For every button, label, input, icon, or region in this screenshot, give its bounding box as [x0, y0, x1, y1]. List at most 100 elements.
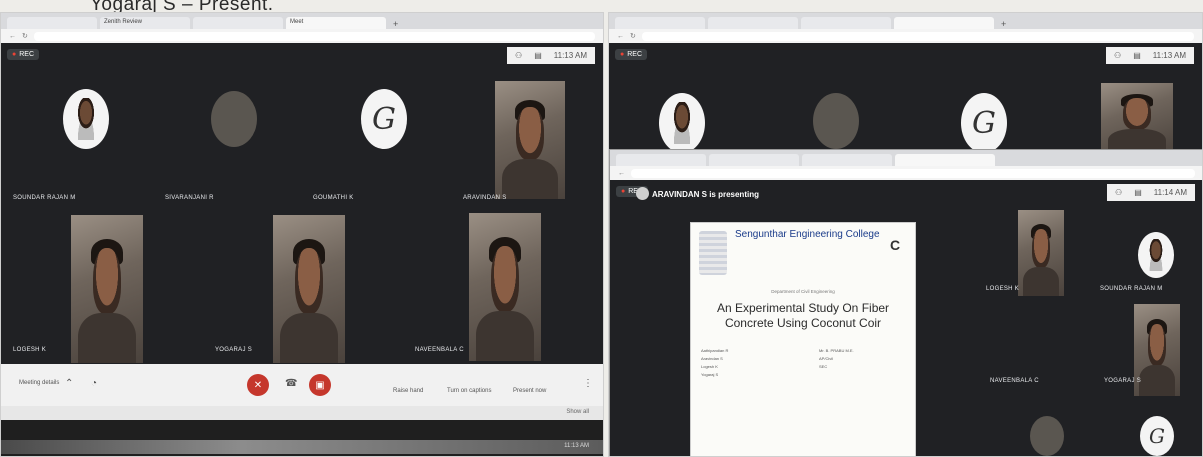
avatar: G [961, 93, 1007, 153]
member-name: Logesh K [701, 364, 718, 369]
avatar [659, 93, 705, 153]
participant-name: NAVEENBALA C [990, 378, 1039, 384]
shared-slide: Sengunthar Engineering College C Departm… [690, 222, 916, 456]
presentation-view: REC ARAVINDAN S is presenting ⚇ ▤ 11:14 … [610, 180, 1202, 456]
clock-time: 11:13 AM [553, 51, 587, 60]
new-tab-icon[interactable]: + [389, 19, 402, 29]
call-controls: Meeting details ⌃ ◔ ✕ ☎ ▣ Raise hand Tur… [1, 364, 603, 406]
browser-tab-active[interactable]: Meet [286, 17, 386, 29]
tab-bar: Zenith Review Meet + [1, 13, 603, 29]
taskbar: 11:13 AM [1, 440, 603, 454]
more-options-icon[interactable]: ⋮ [583, 378, 593, 389]
logo-icon: G [972, 105, 996, 141]
presenting-label: ARAVINDAN S is presenting [652, 190, 759, 199]
rec-badge: REC [615, 49, 648, 60]
address-bar: ← ↻ [609, 29, 1202, 43]
avatar [1138, 232, 1174, 278]
guide-dept: AP/Civil [819, 356, 834, 361]
address-bar: ← ↻ [1, 29, 603, 43]
guide-college: SEC [819, 364, 828, 369]
avatar [813, 93, 859, 149]
browser-tab[interactable] [709, 154, 799, 166]
presenter-avatar [636, 187, 649, 200]
avatar [63, 89, 109, 149]
participant-video [1018, 210, 1064, 296]
participant-name: GOUMATHI K [313, 195, 354, 201]
participant-name: YOGARAJ S [215, 347, 253, 353]
page: Yogaraj S – Present. Zenith Review Meet … [0, 0, 1203, 457]
participant-name: YOGARAJ S [1104, 378, 1142, 384]
shield-icon: ◔ [91, 378, 98, 389]
browser-tab[interactable]: Zenith Review [100, 17, 190, 29]
back-icon[interactable]: ← [618, 170, 625, 177]
member-name: Aathipandian R [701, 348, 729, 353]
chat-icon[interactable]: ▤ [1134, 188, 1142, 197]
meet-top-bar: ⚇ ▤ 11:13 AM [507, 47, 595, 64]
participant-name: SOUNDAR RAJAN M [1100, 286, 1163, 292]
address-bar: ← [610, 166, 1202, 180]
meet-grid: REC ⚇ ▤ 11:13 AM G [609, 43, 1202, 153]
slide-college: Sengunthar Engineering College [735, 229, 880, 240]
tab-bar [610, 150, 1202, 166]
chat-icon[interactable]: ▤ [1133, 51, 1141, 60]
clock-time: 11:14 AM [1153, 188, 1187, 197]
slide-guide: Mr. B. PRABU M.E. AP/Civil SEC [819, 347, 854, 371]
participant-video [469, 213, 541, 361]
browser-tab[interactable] [802, 154, 892, 166]
participant-name: SIVARANJANI R [165, 195, 214, 201]
chat-icon[interactable]: ▤ [534, 51, 542, 60]
back-icon[interactable]: ← [9, 33, 16, 40]
raise-hand-button[interactable]: Raise hand [393, 388, 423, 394]
member-name: Yogaraj S [701, 372, 719, 377]
logo-icon: G [1149, 424, 1165, 448]
browser-tab[interactable] [801, 17, 891, 29]
participant-name: LOGESH K [13, 347, 47, 353]
browser-tab-active[interactable] [895, 154, 995, 166]
meeting-details-button[interactable]: Meeting details [19, 380, 59, 386]
browser-tab[interactable] [616, 154, 706, 166]
mic-off-button[interactable]: ✕ [247, 374, 269, 396]
left-screenshot: Zenith Review Meet + ← ↻ REC ⚇ ▤ 11:13 A… [0, 12, 604, 457]
participant-name: LOGESH K [986, 286, 1020, 292]
avatar: G [361, 89, 407, 149]
camera-off-button[interactable]: ▣ [309, 374, 331, 396]
url-field[interactable] [33, 31, 595, 41]
clock-time: 11:13 AM [1152, 51, 1186, 60]
url-field[interactable] [631, 168, 1195, 178]
reload-icon[interactable]: ↻ [22, 32, 28, 40]
browser-tab[interactable] [193, 17, 283, 29]
present-now-button[interactable]: Present now [513, 388, 546, 394]
reload-icon[interactable]: ↻ [630, 32, 636, 40]
right-screenshot: + ← ↻ REC ⚇ ▤ 11:13 AM G [608, 12, 1203, 457]
meet-top-bar: ⚇ ▤ 11:14 AM [1107, 184, 1195, 201]
logo-icon: G [372, 101, 396, 137]
participant-video [495, 81, 565, 199]
meet-top-bar: ⚇ ▤ 11:13 AM [1106, 47, 1194, 64]
browser-tab[interactable] [7, 17, 97, 29]
people-icon[interactable]: ⚇ [515, 51, 522, 60]
member-name: Aravindan S [701, 356, 723, 361]
browser-tab[interactable] [615, 17, 705, 29]
people-icon[interactable]: ⚇ [1115, 188, 1122, 197]
url-field[interactable] [641, 31, 1194, 41]
avatar [211, 91, 257, 147]
people-icon[interactable]: ⚇ [1114, 51, 1121, 60]
browser-tab[interactable] [708, 17, 798, 29]
accreditation-icon: C [889, 237, 901, 253]
browser-tab-active[interactable] [894, 17, 994, 29]
captions-button[interactable]: Turn on captions [447, 388, 491, 394]
participant-video [273, 215, 345, 363]
avatar: G [1140, 416, 1174, 456]
hangup-icon[interactable]: ☎ [285, 378, 297, 389]
downloads-bar: Show all [1, 406, 603, 420]
slide-title: An Experimental Study On Fiber Concrete … [716, 301, 890, 330]
show-all-link[interactable]: Show all [566, 409, 589, 415]
meet-grid: REC ⚇ ▤ 11:13 AM SOUNDAR RAJAN M SIVARAN… [1, 43, 603, 364]
back-icon[interactable]: ← [617, 33, 624, 40]
slide-members: Aathipandian R Aravindan S Logesh K Yoga… [701, 347, 728, 379]
participant-name: ARAVINDAN S [463, 195, 507, 201]
slide-department: Department of Civil Engineering [771, 289, 835, 294]
chevron-up-icon[interactable]: ⌃ [65, 378, 73, 389]
new-tab-icon[interactable]: + [997, 19, 1010, 29]
college-emblem-icon [699, 231, 727, 275]
